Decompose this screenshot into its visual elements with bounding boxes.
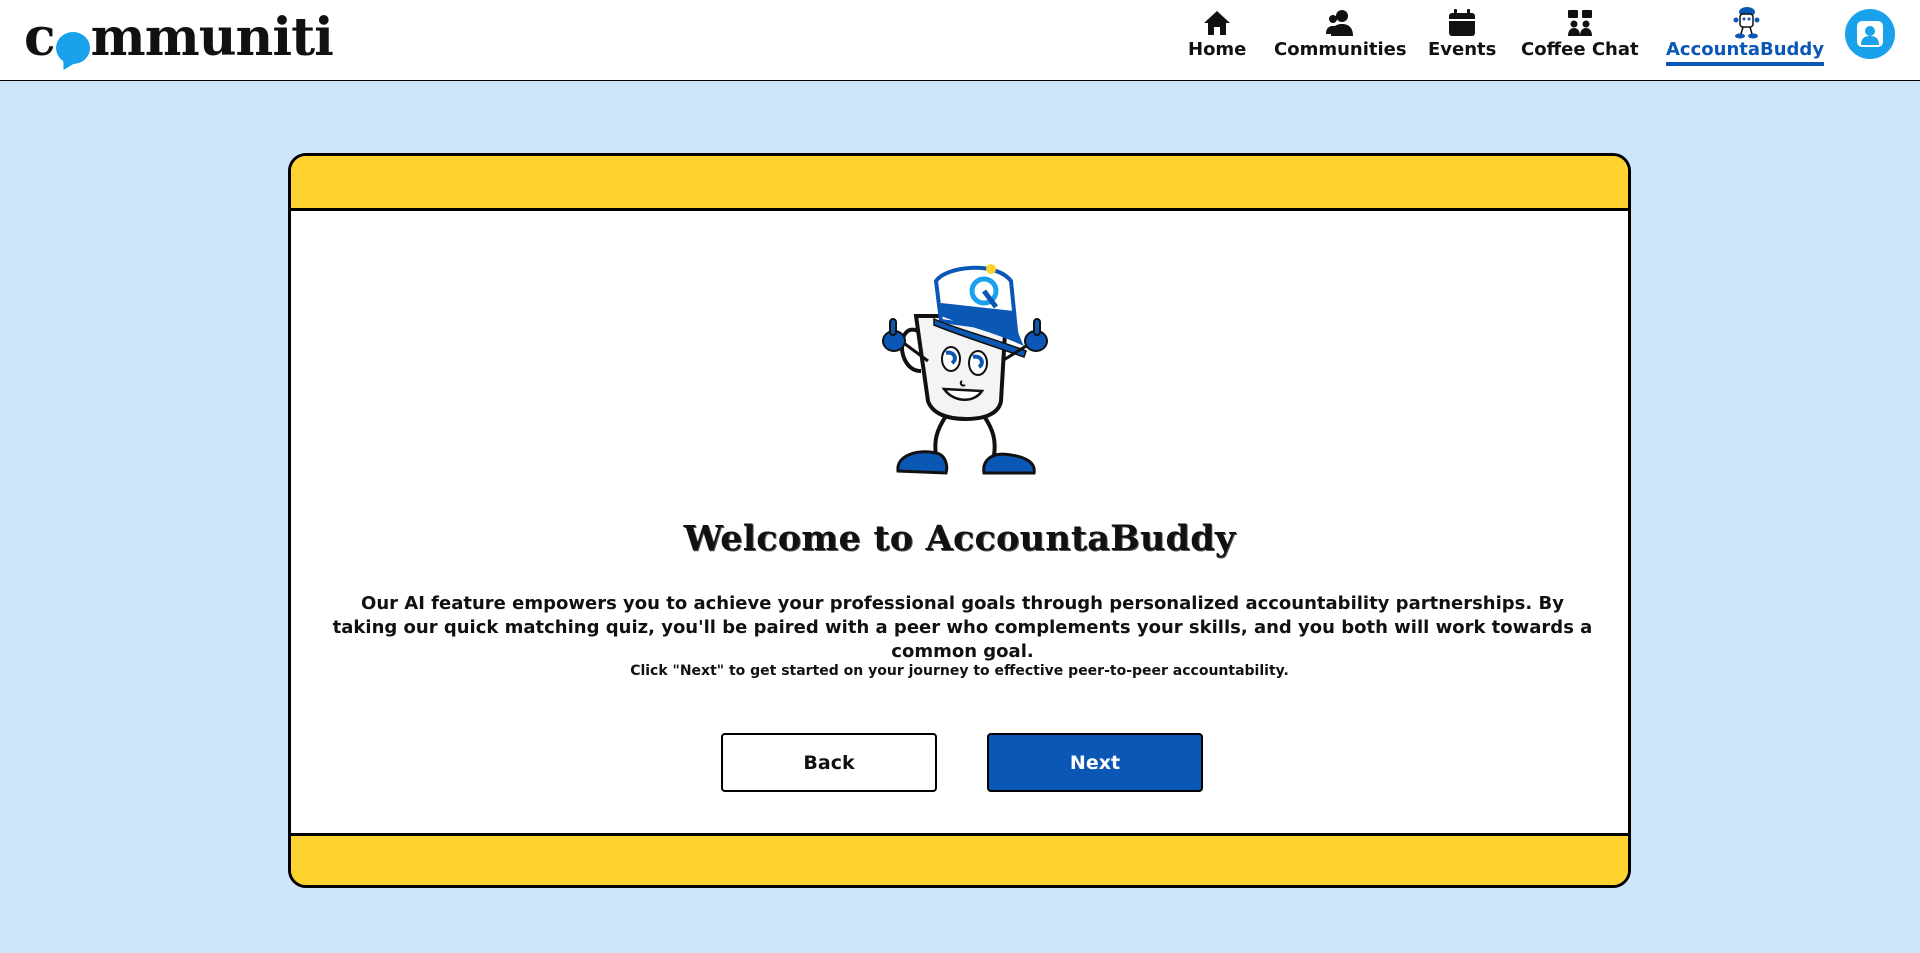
welcome-title: Welcome to AccountaBuddy: [683, 518, 1236, 559]
profile-button[interactable]: [1845, 9, 1895, 59]
welcome-card: makesMVP Welcome to AccountaBuddy Our AI…: [288, 153, 1631, 888]
cap-text: makesMVP: [970, 311, 1008, 319]
nav-label-coffee-chat: Coffee Chat: [1521, 39, 1639, 60]
card-top-band: [291, 156, 1628, 211]
nav-item-accountabuddy[interactable]: AccountaBuddy: [1666, 6, 1825, 66]
coffee-chat-icon: [1563, 6, 1597, 40]
nav-item-events[interactable]: Events: [1428, 6, 1496, 60]
top-navigation-bar: c mmuniti Home Communities Events Coffee…: [0, 0, 1920, 81]
welcome-hint: Click "Next" to get started on your jour…: [630, 663, 1289, 679]
home-icon: [1200, 6, 1234, 40]
communiti-logo[interactable]: c mmuniti: [24, 7, 334, 68]
communities-icon: [1323, 6, 1357, 40]
logo-text-end: mmuniti: [90, 7, 334, 68]
accountabuddy-mascot-icon: [1728, 6, 1762, 40]
nav-item-home[interactable]: Home: [1188, 6, 1246, 60]
profile-icon: [1857, 21, 1883, 47]
nav-label-events: Events: [1428, 39, 1497, 60]
nav-label-home: Home: [1188, 39, 1247, 60]
speech-bubble-icon: [55, 32, 90, 64]
nav-item-coffee-chat[interactable]: Coffee Chat: [1521, 6, 1639, 60]
logo-text-start: c: [24, 7, 56, 68]
nav-label-communities: Communities: [1274, 39, 1407, 60]
nav-item-communities[interactable]: Communities: [1274, 6, 1407, 60]
calendar-icon: [1445, 6, 1479, 40]
nav-label-accountabuddy: AccountaBuddy: [1666, 40, 1825, 66]
back-button[interactable]: Back: [721, 733, 937, 792]
accountabuddy-mascot: makesMVP: [882, 264, 1048, 475]
welcome-description: Our AI feature empowers you to achieve y…: [332, 593, 1593, 662]
card-bottom-band: [291, 833, 1628, 885]
next-button[interactable]: Next: [987, 733, 1203, 792]
